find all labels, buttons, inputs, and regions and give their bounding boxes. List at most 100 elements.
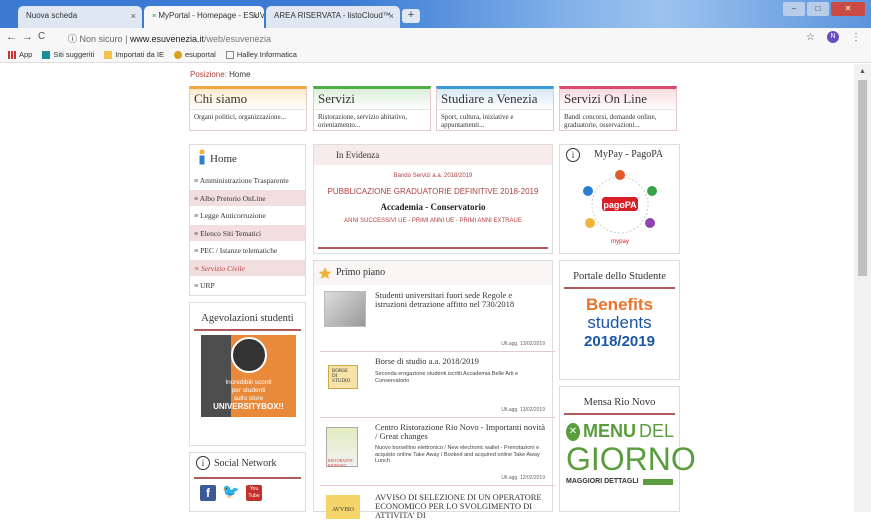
page-scrollbar[interactable]: ▲ xyxy=(854,64,871,512)
profile-avatar[interactable]: N xyxy=(827,31,839,43)
news-title[interactable]: Borse di studio a.a. 2018/2019 xyxy=(375,357,545,366)
mypay-sub: mypay xyxy=(611,239,629,245)
news-title[interactable]: AVVISO DI SELEZIONE DI UN OPERATORE ECON… xyxy=(375,493,545,520)
tab-nuova-scheda[interactable]: Nuova scheda × xyxy=(18,6,142,28)
bookmark-importati[interactable]: Importati da IE xyxy=(104,50,164,59)
bookmark-star-icon[interactable]: ☆ xyxy=(806,32,815,43)
web-page: Posizione: Home Chi siamo Organi politic… xyxy=(0,64,871,520)
pagopa-logo-text: pagoPA xyxy=(603,200,637,210)
url-path: /web/esuvenezia xyxy=(203,34,272,44)
reload-button[interactable]: C xyxy=(38,31,45,42)
home-menu: Home ≡ Amministrazione Trasparente ≡ Alb… xyxy=(189,144,306,296)
agevolazioni-title: Agevolazioni studenti xyxy=(201,313,294,324)
scroll-up-icon[interactable]: ▲ xyxy=(859,68,866,75)
mensa-rio-novo-box: Mensa Rio Novo ✕ MENU DEL GIORNO MAGGIOR… xyxy=(559,386,696,512)
minimize-button[interactable]: – xyxy=(783,2,805,16)
tab-servizi-on-line[interactable]: Servizi On Line Bandi concorsi, domande … xyxy=(559,86,677,131)
star-icon xyxy=(318,267,332,279)
in-evidenza-box: In Evidenza Bando Servizi a.a. 2018/2019… xyxy=(313,144,553,254)
menu-item-label: Albo Pretorio OnLine xyxy=(199,193,266,203)
menu-item-label: Servizio Civile xyxy=(200,263,245,273)
page-icon xyxy=(225,50,234,59)
bookmark-label: App xyxy=(19,50,33,59)
tab-area-riservata[interactable]: AREA RISERVATA - listoCloud™ × xyxy=(266,6,400,28)
social-network-box: i Social Network f 🐦 You Tube xyxy=(189,452,306,512)
breadcrumb-current[interactable]: Home xyxy=(229,70,250,79)
close-icon[interactable]: × xyxy=(389,11,394,21)
menu-del-giorno-banner[interactable]: ✕ MENU DEL GIORNO MAGGIORI DETTAGLI xyxy=(566,421,696,485)
news-item[interactable]: RISTORANTE RIONOVO Centro Ristorazione R… xyxy=(320,423,555,489)
url-separator: | xyxy=(125,34,128,44)
window-close-button[interactable]: ✕ xyxy=(831,2,865,16)
tab-desc: Ristorazione, servizio abitativo, orient… xyxy=(314,109,430,132)
facebook-icon[interactable]: f xyxy=(200,485,216,501)
cutlery-icon: ✕ xyxy=(566,422,580,441)
youtube-icon[interactable]: You Tube xyxy=(246,485,262,501)
menu-item-albo-pretorio[interactable]: ≡ Albo Pretorio OnLine xyxy=(190,188,305,206)
breadcrumb-label: Posizione: xyxy=(190,70,227,79)
close-icon[interactable]: × xyxy=(131,11,136,21)
agevolazioni-box: Agevolazioni studenti Incredibili sconti… xyxy=(189,302,306,446)
menu-item-pec-istanze[interactable]: ≡ PEC / Istanze telematiche xyxy=(190,241,305,259)
in-evidenza-title: In Evidenza xyxy=(314,145,552,165)
bookmark-label: Siti suggeriti xyxy=(53,50,95,59)
tab-myportal[interactable]: ≡ MyPortal - Homepage - ESUVen × xyxy=(144,6,264,28)
person-icon xyxy=(199,149,205,165)
menu-item-servizio-civile[interactable]: ≡ Servizio Civile xyxy=(190,258,305,276)
tab-desc: Sport, cultura, iniziative e appuntament… xyxy=(437,109,553,132)
accademia-headline[interactable]: Accademia - Conservatorio xyxy=(314,202,552,212)
back-button[interactable]: ← xyxy=(6,31,17,43)
benefits-year: 2018/2019 xyxy=(584,333,655,350)
giorno-word: GIORNO xyxy=(566,441,696,477)
bookmark-halley[interactable]: Halley Informatica xyxy=(225,50,297,59)
promo-brand: UNIVERSITYBOX!! xyxy=(213,402,284,411)
news-title[interactable]: Studenti universitari fuori sede Regole … xyxy=(375,291,545,309)
menu-item-urp[interactable]: ≡ URP xyxy=(190,276,305,294)
tab-title: Studiare a Venezia xyxy=(437,89,553,109)
maximize-button[interactable]: □ xyxy=(807,2,829,16)
browser-menu-icon[interactable]: ⋮ xyxy=(851,32,861,43)
bing-icon xyxy=(42,50,51,59)
url-field[interactable]: ⓘ Non sicuro | www.esuvenezia.it/web/esu… xyxy=(68,32,271,45)
apps-grid-icon xyxy=(8,50,16,59)
menu-item-elenco-siti-tematici[interactable]: ≡ Elenco Siti Tematici xyxy=(190,223,305,241)
tab-chi-siamo[interactable]: Chi siamo Organi politici, organizzazion… xyxy=(189,86,307,131)
students-word: students xyxy=(587,313,652,332)
news-thumbnail: BORSE DI STUDIO xyxy=(328,365,358,389)
menu-item-amministrazione-trasparente[interactable]: ≡ Amministrazione Trasparente xyxy=(190,171,305,189)
universitybox-banner[interactable]: Incredibili sconti per studenti sullo st… xyxy=(201,335,296,417)
news-item[interactable]: AVVISO AVVISO DI SELEZIONE DI UN OPERATO… xyxy=(324,493,549,520)
url-domain: www.esuvenezia.it xyxy=(129,34,204,44)
folder-icon xyxy=(104,50,113,59)
menu-item-legge-anticorruzione[interactable]: ≡ Legge Anticorruzione xyxy=(190,206,305,224)
tab-desc: Organi politici, organizzazione... xyxy=(190,109,306,124)
tab-servizi[interactable]: Servizi Ristorazione, servizio abitativo… xyxy=(313,86,431,131)
bookmark-label: Importati da IE xyxy=(115,50,164,59)
tab-title: Servizi xyxy=(314,89,430,109)
info-icon[interactable]: ⓘ xyxy=(68,34,77,44)
breadcrumb: Posizione: Home xyxy=(190,70,251,79)
benefits-banner[interactable]: Benefits students 2018/2019 xyxy=(560,295,679,350)
del-word: DEL xyxy=(638,421,674,441)
new-tab-button[interactable]: + xyxy=(402,9,420,23)
bookmark-esuportal[interactable]: esuportal xyxy=(174,50,216,59)
primo-piano-title: Primo piano xyxy=(336,267,386,278)
tab-label: MyPortal - Homepage - ESUVen xyxy=(158,11,264,20)
forward-button[interactable]: → xyxy=(22,31,33,43)
close-icon[interactable]: × xyxy=(253,11,258,21)
tab-studiare-a-venezia[interactable]: Studiare a Venezia Sport, cultura, inizi… xyxy=(436,86,554,131)
news-item[interactable]: BORSE DI STUDIO Borse di studio a.a. 201… xyxy=(320,357,555,419)
maggiori-dettagli-link[interactable]: MAGGIORI DETTAGLI xyxy=(566,478,639,485)
bookmark-apps[interactable]: App xyxy=(8,50,32,59)
bando-link[interactable]: Bando Servizi a.a. 2018/2019 xyxy=(314,173,552,179)
bookmark-siti-suggeriti[interactable]: Siti suggeriti xyxy=(42,50,94,59)
pagopa-diagram[interactable]: pagoPA mypay xyxy=(560,167,679,247)
benefits-word: Benefits xyxy=(585,295,654,314)
news-title[interactable]: Centro Ristorazione Rio Novo - Important… xyxy=(375,423,545,441)
news-updated: Ult.agg. 13/02/2019 xyxy=(501,341,545,347)
news-item[interactable]: Studenti universitari fuori sede Regole … xyxy=(320,291,555,353)
twitter-icon[interactable]: 🐦 xyxy=(222,485,240,501)
scrollbar-thumb[interactable] xyxy=(858,80,867,276)
mypay-header: i MyPay - PagoPA xyxy=(560,145,679,165)
graduatorie-headline[interactable]: PUBBLICAZIONE GRADUATORIE DEFINITIVE 201… xyxy=(314,187,552,196)
